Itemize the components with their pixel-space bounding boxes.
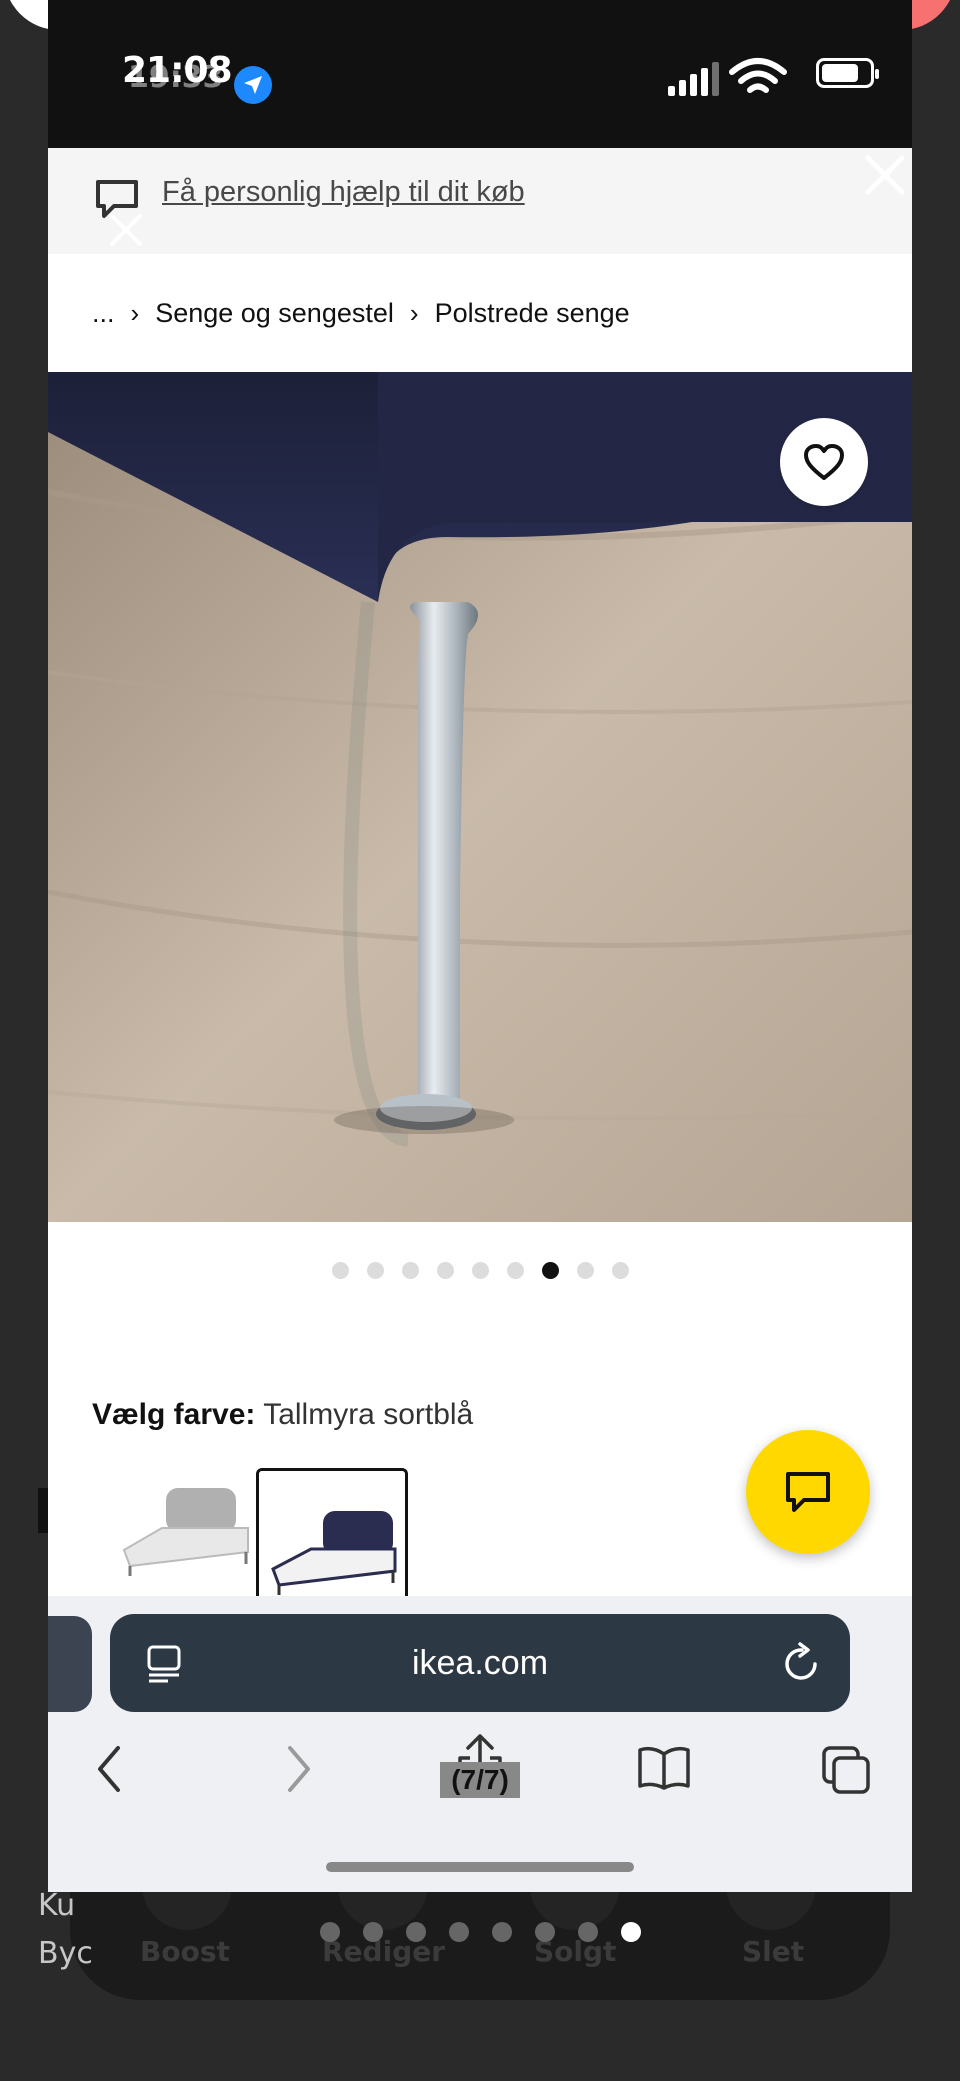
back-icon[interactable] xyxy=(94,1744,124,1794)
status-bar: 19:33 21:08 xyxy=(48,0,912,148)
product-image[interactable] xyxy=(48,372,912,1222)
bed-thumbnail-dark-blue xyxy=(259,1471,405,1602)
reload-icon[interactable] xyxy=(782,1642,822,1684)
background-text: Byc xyxy=(38,1936,93,1971)
breadcrumb-item-senge-og-sengestel[interactable]: Senge og sengestel xyxy=(155,298,394,329)
personal-help-link[interactable]: Få personlig hjælp til dit køb xyxy=(162,176,525,209)
battery-icon xyxy=(816,58,879,88)
bed-thumbnail-grey xyxy=(110,1468,262,1602)
heart-icon xyxy=(804,444,844,480)
chat-button[interactable] xyxy=(746,1430,870,1554)
dismiss-icon[interactable] xyxy=(862,152,908,198)
wifi-icon xyxy=(729,58,787,93)
previous-tab-peek[interactable] xyxy=(48,1616,92,1712)
home-indicator xyxy=(326,1862,634,1872)
breadcrumb-item-polstrede-senge[interactable]: Polstrede senge xyxy=(435,298,630,329)
background-text: Ku xyxy=(38,1888,76,1923)
url-text: ikea.com xyxy=(411,1644,549,1682)
safari-toolbar: ikea.com (7/7) xyxy=(48,1596,912,1892)
bookmarks-icon[interactable] xyxy=(636,1744,692,1792)
image-carousel-dots[interactable] xyxy=(332,1262,629,1279)
background-page-dots xyxy=(320,1922,641,1942)
chevron-right-icon: › xyxy=(409,297,419,328)
bed-leg-photo xyxy=(48,372,912,1222)
address-bar[interactable]: ikea.com xyxy=(110,1614,850,1712)
cellular-signal-icon xyxy=(668,62,719,96)
chevron-right-icon: › xyxy=(130,297,140,328)
close-icon[interactable] xyxy=(106,210,146,250)
background-action-slet: Slet xyxy=(742,1935,805,1968)
forward-icon[interactable] xyxy=(284,1744,314,1794)
screenshot-counter: (7/7) xyxy=(440,1762,520,1798)
color-swatch-grey[interactable] xyxy=(110,1468,262,1602)
breadcrumb-ellipsis[interactable]: ... xyxy=(92,298,115,329)
location-arrow-icon xyxy=(234,66,272,104)
status-time: 21:08 xyxy=(122,50,233,91)
tabs-icon[interactable] xyxy=(820,1744,872,1796)
background-action-boost: Boost xyxy=(140,1935,230,1968)
selected-color-value: Tallmyra sortblå xyxy=(263,1398,474,1431)
phone-screenshot: 19:33 21:08 Få personlig hjælp til dit k… xyxy=(48,0,912,1892)
breadcrumb: ... › Senge og sengestel › Polstrede sen… xyxy=(48,254,912,372)
help-banner: Få personlig hjælp til dit køb xyxy=(48,148,912,254)
color-label-prefix: Vælg farve: xyxy=(92,1398,256,1431)
chat-icon xyxy=(786,1472,830,1512)
color-swatch-dark-blue[interactable] xyxy=(256,1468,408,1602)
favorite-button[interactable] xyxy=(780,418,868,506)
color-selector-label: Vælg farve: Tallmyra sortblå xyxy=(92,1398,473,1432)
